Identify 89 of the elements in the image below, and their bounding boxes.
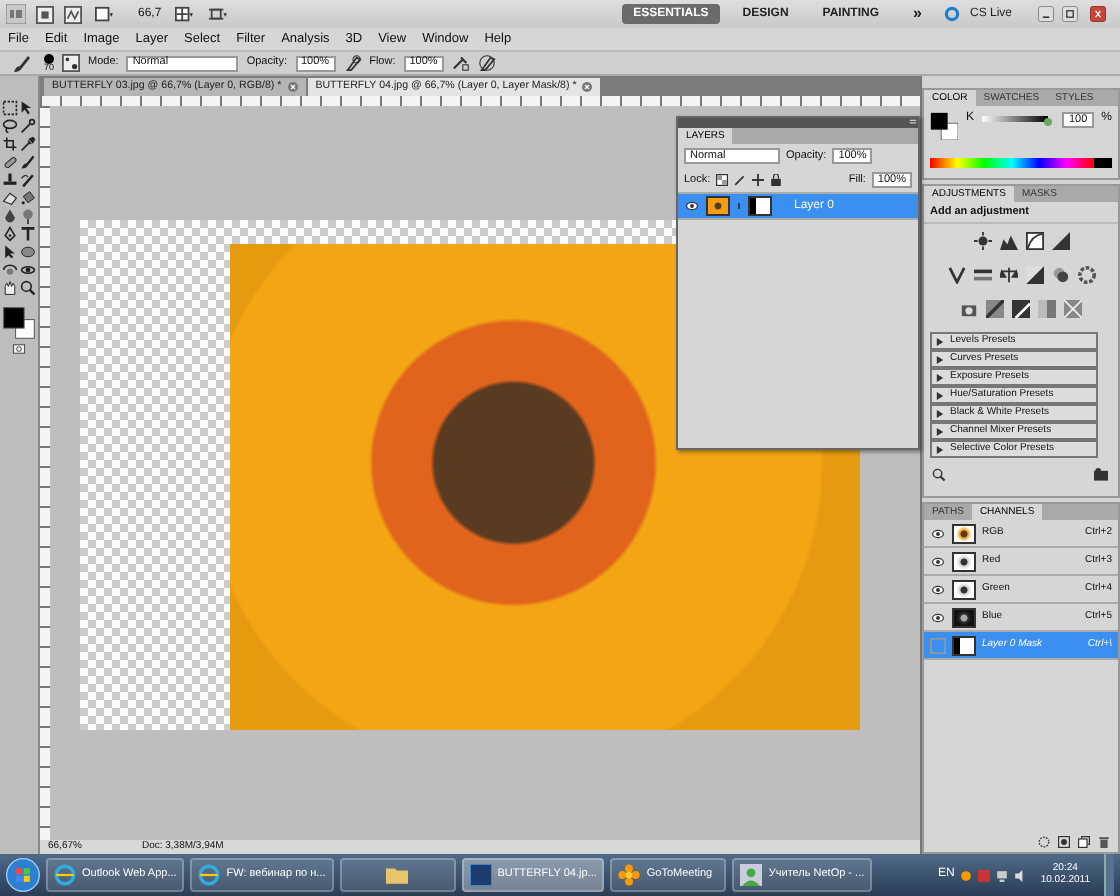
history-brush-icon[interactable] bbox=[20, 172, 36, 188]
sun-icon[interactable] bbox=[973, 232, 991, 251]
gradient-triangle-icon[interactable] bbox=[1051, 232, 1069, 251]
marquee-icon[interactable] bbox=[2, 100, 18, 116]
lasso-icon[interactable] bbox=[2, 118, 18, 134]
pen-icon[interactable] bbox=[2, 226, 18, 242]
ellipse-icon[interactable] bbox=[20, 244, 36, 260]
crop-icon[interactable] bbox=[2, 136, 18, 152]
lock-transparency-icon[interactable] bbox=[716, 174, 729, 186]
browser-icon bbox=[198, 864, 221, 886]
lock-icon[interactable] bbox=[770, 174, 783, 186]
circles-icon[interactable] bbox=[1051, 266, 1069, 285]
bucket-icon[interactable] bbox=[20, 190, 36, 206]
dotted-circle-icon[interactable] bbox=[1038, 836, 1050, 848]
channel-thumbnail bbox=[952, 523, 976, 543]
photoshop-icon bbox=[469, 864, 492, 886]
eyedropper-icon[interactable] bbox=[20, 136, 36, 152]
link-icon bbox=[736, 198, 742, 214]
browser-icon bbox=[54, 864, 76, 886]
brush-tip-icon[interactable] bbox=[44, 53, 54, 64]
speaker-icon[interactable] bbox=[1014, 869, 1027, 881]
v-shape-icon[interactable] bbox=[947, 266, 965, 285]
eraser-icon[interactable] bbox=[2, 190, 18, 206]
brush-icon[interactable] bbox=[8, 53, 36, 73]
network-icon[interactable] bbox=[996, 869, 1009, 881]
bandage-icon[interactable] bbox=[2, 154, 18, 170]
channel-thumbnail bbox=[952, 607, 976, 627]
eye-icon[interactable] bbox=[930, 555, 946, 567]
app-logo-icon bbox=[6, 4, 26, 24]
folder-icon bbox=[386, 864, 409, 886]
lock-pixels-icon[interactable] bbox=[734, 174, 747, 186]
brush-panel-icon[interactable] bbox=[62, 54, 81, 72]
color-spectrum-bar[interactable] bbox=[930, 158, 1112, 168]
channel-thumbnail bbox=[952, 551, 976, 571]
mask-square-icon[interactable] bbox=[1058, 836, 1070, 848]
layer-thumbnail bbox=[706, 196, 730, 216]
minimize-icon[interactable] bbox=[1034, 6, 1058, 22]
maximize-icon[interactable] bbox=[1058, 6, 1082, 22]
half-square-icon[interactable] bbox=[1025, 266, 1043, 285]
extras-icon[interactable] bbox=[205, 5, 230, 23]
flower-icon[interactable] bbox=[960, 869, 973, 881]
collapse-icon[interactable] bbox=[908, 118, 918, 126]
zoom-icon[interactable] bbox=[932, 468, 946, 483]
new-channel-icon[interactable] bbox=[1078, 836, 1090, 848]
arrange-documents-icon[interactable] bbox=[171, 5, 196, 23]
eye-icon[interactable] bbox=[930, 583, 946, 595]
more-workspaces-button[interactable]: » bbox=[901, 1, 934, 27]
dodge-icon[interactable] bbox=[20, 208, 36, 224]
close-icon[interactable] bbox=[582, 82, 593, 92]
start-orb-icon[interactable] bbox=[6, 858, 40, 892]
magic-wand-icon[interactable] bbox=[20, 118, 36, 134]
clip-layer-icon[interactable] bbox=[1092, 468, 1110, 483]
screen-mode-icon[interactable] bbox=[92, 5, 116, 23]
eye-icon[interactable] bbox=[930, 611, 946, 623]
photo-filter-icon[interactable] bbox=[960, 300, 978, 319]
channel-thumbnail bbox=[952, 579, 976, 599]
bars-icon[interactable] bbox=[973, 266, 991, 285]
foreground-background-swatch-icon[interactable] bbox=[930, 112, 958, 140]
mask-thumbnail bbox=[748, 196, 772, 216]
cs-live-icon bbox=[943, 6, 960, 22]
hand-icon[interactable] bbox=[2, 280, 18, 296]
selection-arrow-icon[interactable] bbox=[2, 244, 18, 260]
zoom-icon[interactable] bbox=[20, 280, 36, 296]
eye-icon[interactable] bbox=[930, 527, 946, 539]
flower-icon bbox=[618, 864, 641, 886]
slider-thumb[interactable] bbox=[1044, 118, 1053, 126]
histogram-icon[interactable] bbox=[999, 232, 1017, 251]
trash-icon[interactable] bbox=[1098, 836, 1110, 848]
quick-mask-icon[interactable] bbox=[10, 342, 28, 356]
scales-icon[interactable] bbox=[999, 266, 1017, 285]
person-icon bbox=[740, 864, 763, 886]
gradient-square-icon[interactable] bbox=[1038, 300, 1056, 319]
channel-thumbnail bbox=[952, 635, 976, 655]
type-icon[interactable] bbox=[20, 226, 36, 242]
stamp-icon[interactable] bbox=[2, 172, 18, 188]
curve-icon[interactable] bbox=[1025, 232, 1043, 251]
orbit-icon[interactable] bbox=[20, 262, 36, 278]
color-swatches-icon[interactable] bbox=[2, 306, 36, 340]
close-icon[interactable] bbox=[287, 82, 298, 92]
brush-icon[interactable] bbox=[20, 154, 36, 170]
diagonal-stripes-icon[interactable] bbox=[986, 300, 1004, 319]
color-wheel-icon[interactable] bbox=[1077, 266, 1095, 285]
diagonal-line-icon[interactable] bbox=[1012, 300, 1030, 319]
taskbar-button[interactable] bbox=[339, 858, 456, 892]
lock-position-icon[interactable] bbox=[752, 174, 765, 186]
move-icon[interactable] bbox=[20, 100, 36, 116]
eye-icon[interactable] bbox=[684, 200, 700, 212]
drop-icon[interactable] bbox=[2, 208, 18, 224]
x-square-icon[interactable] bbox=[1064, 300, 1082, 319]
